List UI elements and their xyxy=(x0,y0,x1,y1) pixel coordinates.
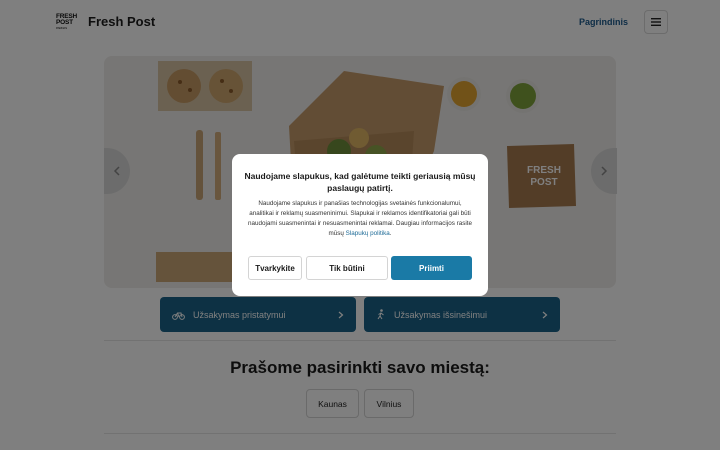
accept-cookies-button[interactable]: Priimti xyxy=(391,256,472,280)
cookie-dialog-title: Naudojame slapukus, kad galėtume teikti … xyxy=(244,171,476,193)
cookie-dialog-text: Naudojame slapukus ir panašias technolog… xyxy=(248,200,472,237)
manage-cookies-button[interactable]: Tvarkykite xyxy=(248,256,302,280)
cookie-policy-link[interactable]: Slapukų politika xyxy=(346,230,390,237)
necessary-only-button[interactable]: Tik būtini xyxy=(306,256,388,280)
cookie-consent-dialog: Naudojame slapukus, kad galėtume teikti … xyxy=(232,154,488,296)
